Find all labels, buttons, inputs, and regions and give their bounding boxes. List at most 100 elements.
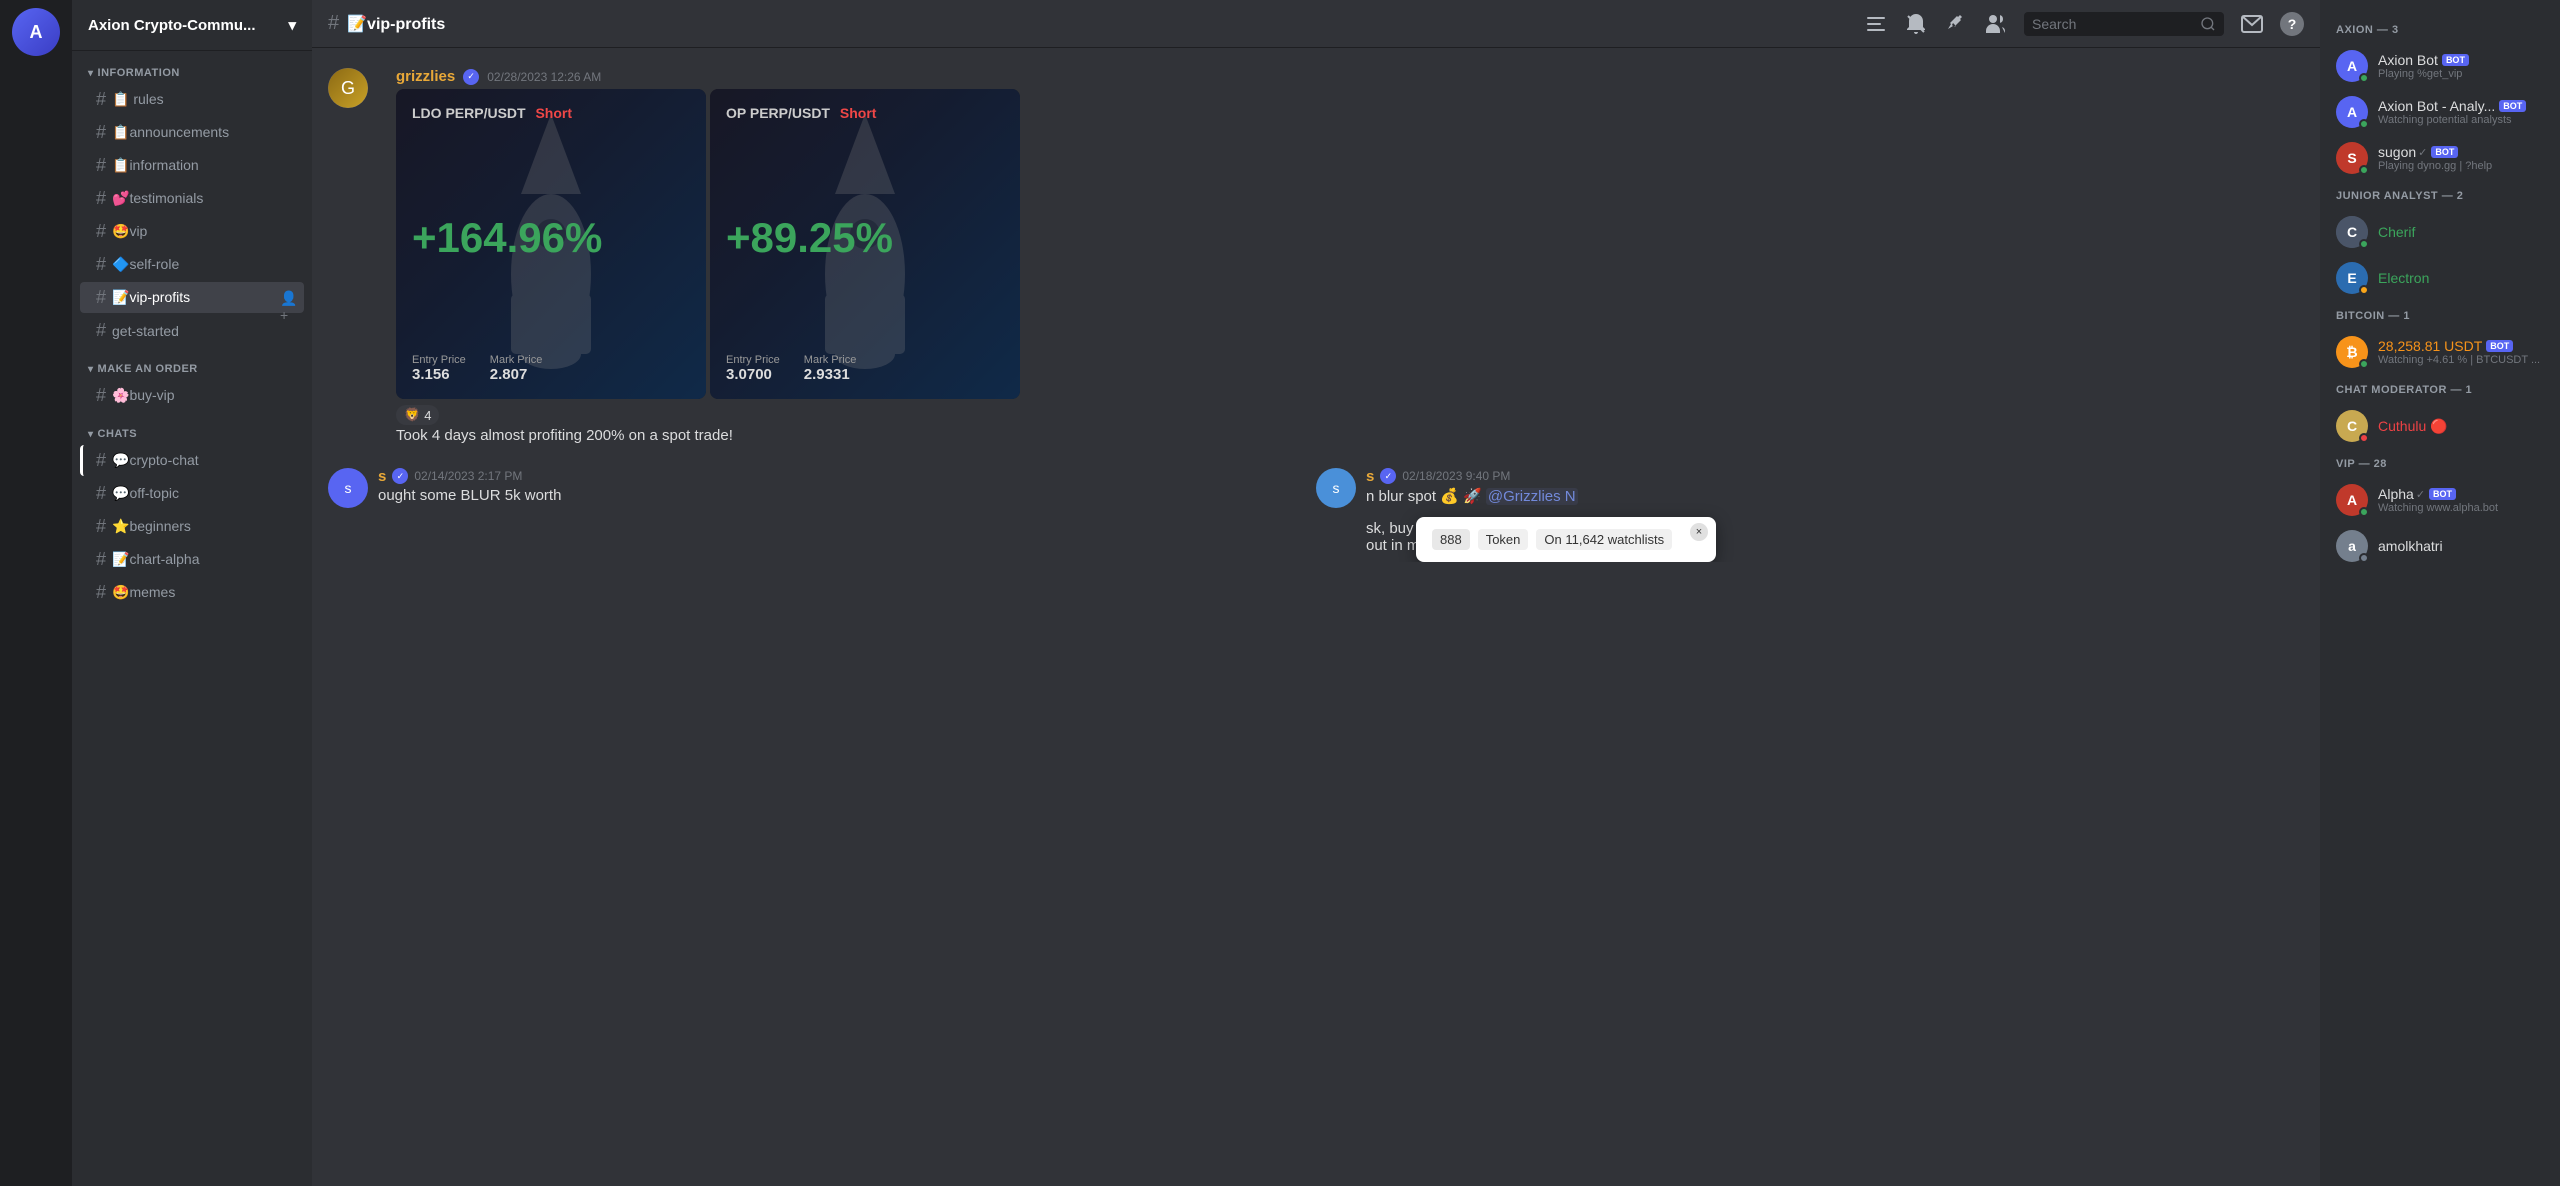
hash-icon: # (96, 385, 106, 406)
member-category-vip: VIP — 28 (2328, 450, 2552, 474)
main-content: # 📝vip-profits Search (312, 0, 2320, 1186)
left-author: s (378, 468, 386, 485)
avatar-left: s (328, 468, 368, 508)
hash-icon: # (96, 450, 106, 471)
server-chevron: ▾ (288, 16, 296, 34)
mark-price-ldo: Mark Price 2.807 (490, 354, 543, 383)
mark-price-op: Mark Price 2.9331 (804, 354, 857, 383)
popup-close-button[interactable]: × (1690, 523, 1708, 541)
mention: @Grizzlies N (1486, 488, 1578, 505)
message-right-content: s ✓ 02/18/2023 9:40 PM n blur spot 💰 🚀 @… (1366, 468, 1578, 505)
threads-icon[interactable] (1864, 12, 1888, 36)
server-icon[interactable]: A (12, 8, 60, 56)
category-make-order[interactable]: MAKE AN ORDER (72, 347, 312, 379)
add-member-icon[interactable]: 👤+ (280, 290, 296, 306)
split-messages-row: s s ✓ 02/14/2023 2:17 PM ought some BLUR… (328, 460, 2304, 562)
hash-icon: # (96, 582, 106, 603)
pinned-icon[interactable] (1944, 12, 1968, 36)
channel-rules[interactable]: # 📋 rules (80, 84, 304, 115)
channel-testimonials[interactable]: # 💕testimonials (80, 183, 304, 214)
bot-badge-analy: BOT (2499, 100, 2526, 112)
server-header[interactable]: Axion Crypto-Commu... ▾ (72, 0, 312, 51)
trade-prices-ldo: Entry Price 3.156 Mark Price 2.807 (412, 354, 690, 383)
channel-vip-profits[interactable]: # 📝vip-profits 👤+ (80, 282, 304, 313)
trade-card-op: OP PERP/USDT Short +89.25% Entry Price 3… (710, 89, 1020, 399)
avatar-sugon: S (2336, 142, 2368, 174)
reaction-lion[interactable]: 🦁 4 (396, 405, 439, 425)
channel-get-started[interactable]: # get-started (80, 315, 304, 346)
member-category-axion: AXION — 3 (2328, 16, 2552, 40)
avatar-cuthulu: C (2336, 410, 2368, 442)
member-category-chat-moderator: CHAT MODERATOR — 1 (2328, 376, 2552, 400)
status-dot-cherif (2359, 239, 2369, 249)
server-sidebar: A (0, 0, 72, 1186)
message-left-content: s ✓ 02/14/2023 2:17 PM ought some BLUR 5… (378, 468, 561, 504)
entry-price-ldo: Entry Price 3.156 (412, 354, 466, 383)
members-icon[interactable] (1984, 12, 2008, 36)
trade-cards: LDO PERP/USDT Short +164.96% Entry Price… (396, 89, 2304, 399)
verified-badge: ✓ (463, 69, 479, 85)
split-message-right: s s ✓ 02/18/2023 9:40 PM n blur spot 💰 🚀… (1316, 460, 2304, 562)
channel-chart-alpha[interactable]: # 📝chart-alpha (80, 544, 304, 575)
member-name-alpha-bot: Alpha (2378, 486, 2414, 502)
left-text: ought some BLUR 5k worth (378, 487, 561, 504)
category-chats[interactable]: CHATS (72, 412, 312, 444)
member-status-alpha-bot: Watching www.alpha.bot (2378, 502, 2544, 514)
trade-profit-ldo: +164.96% (412, 214, 690, 262)
channel-beginners[interactable]: # ⭐beginners (80, 511, 304, 542)
member-info-axion-bot: Axion Bot BOT Playing %get_vip (2378, 52, 2544, 80)
category-information[interactable]: INFORMATION (72, 51, 312, 83)
trade-profit-op: +89.25% (726, 214, 1004, 262)
channel-off-topic[interactable]: # 💬off-topic (80, 478, 304, 509)
token-label: Token (1478, 529, 1529, 550)
search-bar[interactable]: Search (2024, 12, 2224, 36)
member-name-bitcoin-bot: 28,258.81 USDT (2378, 338, 2482, 354)
member-status-axion-bot: Playing %get_vip (2378, 68, 2544, 80)
status-dot-sugon (2359, 165, 2369, 175)
member-name-cuthulu: Cuthulu (2378, 418, 2426, 434)
channel-memes[interactable]: # 🤩memes (80, 577, 304, 608)
channel-vip[interactable]: # 🤩vip (80, 216, 304, 247)
help-icon[interactable]: ? (2280, 12, 2304, 36)
member-cherif[interactable]: C Cherif (2328, 210, 2552, 254)
channel-self-role[interactable]: # 🔷self-role (80, 249, 304, 280)
inbox-icon[interactable] (2240, 12, 2264, 36)
right-author: s (1366, 468, 1374, 485)
member-axion-bot-analy[interactable]: A Axion Bot - Analy... BOT Watching pote… (2328, 90, 2552, 134)
avatar-axion-bot: A (2336, 50, 2368, 82)
member-name-axion-bot: Axion Bot (2378, 52, 2438, 68)
hash-icon: # (96, 254, 106, 275)
member-info-sugon: sugon ✓ BOT Playing dyno.gg | ?help (2378, 144, 2544, 172)
status-dot-online (2359, 73, 2369, 83)
short-badge: Short (535, 105, 572, 121)
right-text: n blur spot 💰 🚀 @Grizzlies N (1366, 487, 1578, 505)
member-alpha-bot[interactable]: A Alpha ✓ BOT Watching www.alpha.bot (2328, 478, 2552, 522)
header-actions: Search ? (1864, 12, 2304, 36)
member-electron[interactable]: E Electron (2328, 256, 2552, 300)
bot-badge-sugon: BOT (2431, 146, 2458, 158)
bot-badge-alpha: BOT (2429, 488, 2456, 500)
hash-icon: # (96, 320, 106, 341)
member-bitcoin-bot[interactable]: ₿ 28,258.81 USDT BOT Watching +4.61 % | … (2328, 330, 2552, 374)
avatar-right: s (1316, 468, 1356, 508)
member-sugon[interactable]: S sugon ✓ BOT Playing dyno.gg | ?help (2328, 136, 2552, 180)
svg-text:C: C (2347, 224, 2357, 240)
message-text: Took 4 days almost profiting 200% on a s… (396, 425, 2304, 448)
channel-buy-vip[interactable]: # 🌸buy-vip (80, 380, 304, 411)
dnd-indicator: 🔴 (2430, 418, 2447, 435)
avatar-electron: E (2336, 262, 2368, 294)
token-number: 888 (1432, 529, 1470, 550)
entry-price-op: Entry Price 3.0700 (726, 354, 780, 383)
member-axion-bot[interactable]: A Axion Bot BOT Playing %get_vip (2328, 44, 2552, 88)
notifications-icon[interactable] (1904, 12, 1928, 36)
status-dot-bitcoin (2359, 359, 2369, 369)
channel-crypto-chat[interactable]: # 💬crypto-chat (80, 445, 304, 476)
message-header: grizzlies ✓ 02/28/2023 12:26 AM (396, 68, 2304, 85)
member-amolkhatri[interactable]: a amolkhatri (2328, 524, 2552, 568)
avatar-amolkhatri: a (2336, 530, 2368, 562)
trade-card-op-content: OP PERP/USDT Short +89.25% Entry Price 3… (710, 89, 1020, 399)
server-name: Axion Crypto-Commu... (88, 17, 256, 34)
channel-information[interactable]: # 📋information (80, 150, 304, 181)
member-cuthulu[interactable]: C Cuthulu 🔴 (2328, 404, 2552, 448)
channel-announcements[interactable]: # 📋announcements (80, 117, 304, 148)
